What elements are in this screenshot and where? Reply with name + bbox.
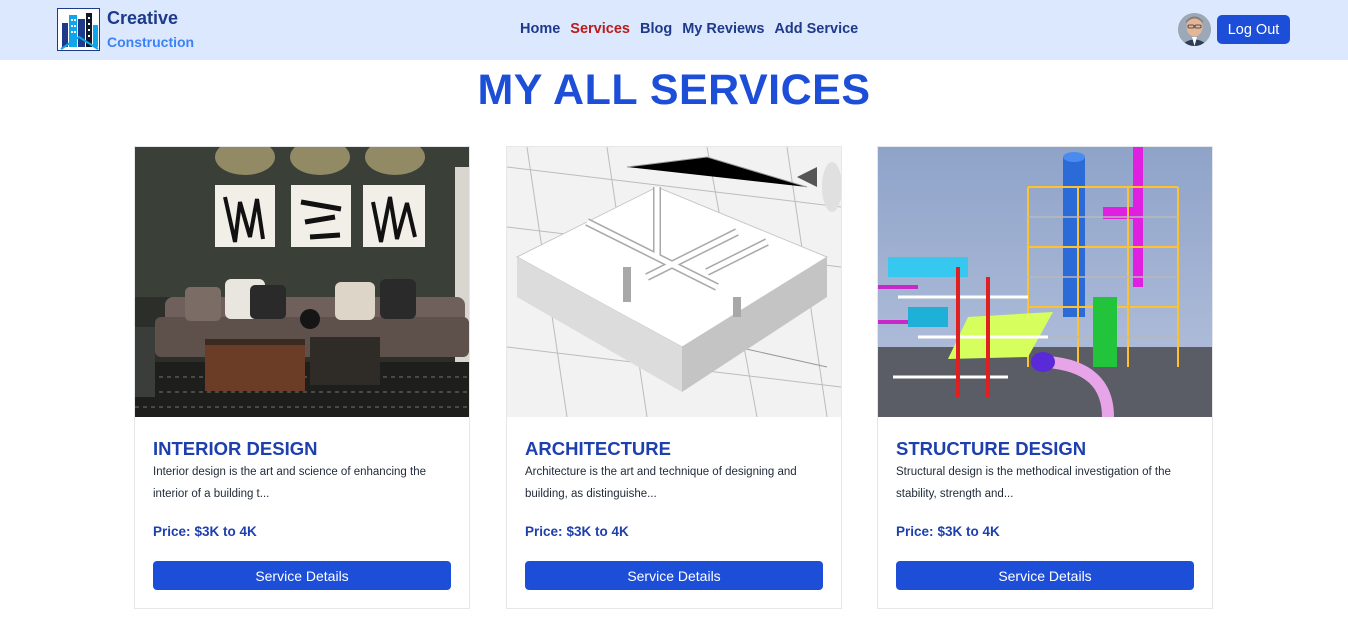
navbar: Creative Construction Home Services Blog…	[0, 0, 1348, 60]
nav-services-link[interactable]: Services	[570, 21, 630, 37]
price-label: Price:	[525, 524, 563, 539]
nav-my-reviews-link[interactable]: My Reviews	[682, 21, 764, 37]
service-details-button[interactable]: Service Details	[896, 561, 1194, 590]
main-nav: Home Services Blog My Reviews Add Servic…	[520, 21, 868, 37]
service-price: Price: $3K to 4K	[525, 524, 629, 539]
service-title: ARCHITECTURE	[525, 438, 671, 459]
service-description: Interior design is the art and science o…	[153, 466, 426, 500]
service-description: Architecture is the art and technique of…	[525, 466, 797, 500]
service-card: INTERIOR DESIGN Interior design is the a…	[134, 146, 470, 609]
page-title: MY ALL SERVICES	[477, 66, 871, 114]
service-price: Price: $3K to 4K	[153, 524, 257, 539]
living-room-photo	[135, 147, 469, 417]
brand-title: Creative	[107, 8, 179, 28]
building-logo-icon[interactable]	[57, 8, 100, 51]
service-price: Price: $3K to 4K	[896, 524, 1000, 539]
brand-subtitle: Construction	[107, 34, 195, 50]
price-label: Price:	[153, 524, 191, 539]
floor-plan-model-photo	[507, 147, 841, 417]
service-description: Structural design is the methodical inve…	[896, 466, 1171, 500]
industrial-structure-render	[878, 147, 1212, 417]
service-title: STRUCTURE DESIGN	[896, 438, 1087, 459]
service-card: ARCHITECTURE Architecture is the art and…	[506, 146, 842, 609]
price-label: Price:	[896, 524, 934, 539]
user-avatar[interactable]	[1178, 13, 1211, 46]
service-details-button[interactable]: Service Details	[525, 561, 823, 590]
service-details-button[interactable]: Service Details	[153, 561, 451, 590]
service-title: INTERIOR DESIGN	[153, 438, 318, 459]
nav-blog-link[interactable]: Blog	[640, 21, 672, 37]
logout-button[interactable]: Log Out	[1217, 15, 1290, 44]
price-value: $3K to 4K	[937, 524, 1000, 539]
service-card: STRUCTURE DESIGN Structural design is th…	[877, 146, 1213, 609]
price-value: $3K to 4K	[566, 524, 629, 539]
nav-add-service-link[interactable]: Add Service	[774, 21, 858, 37]
price-value: $3K to 4K	[194, 524, 257, 539]
nav-home-link[interactable]: Home	[520, 21, 560, 37]
